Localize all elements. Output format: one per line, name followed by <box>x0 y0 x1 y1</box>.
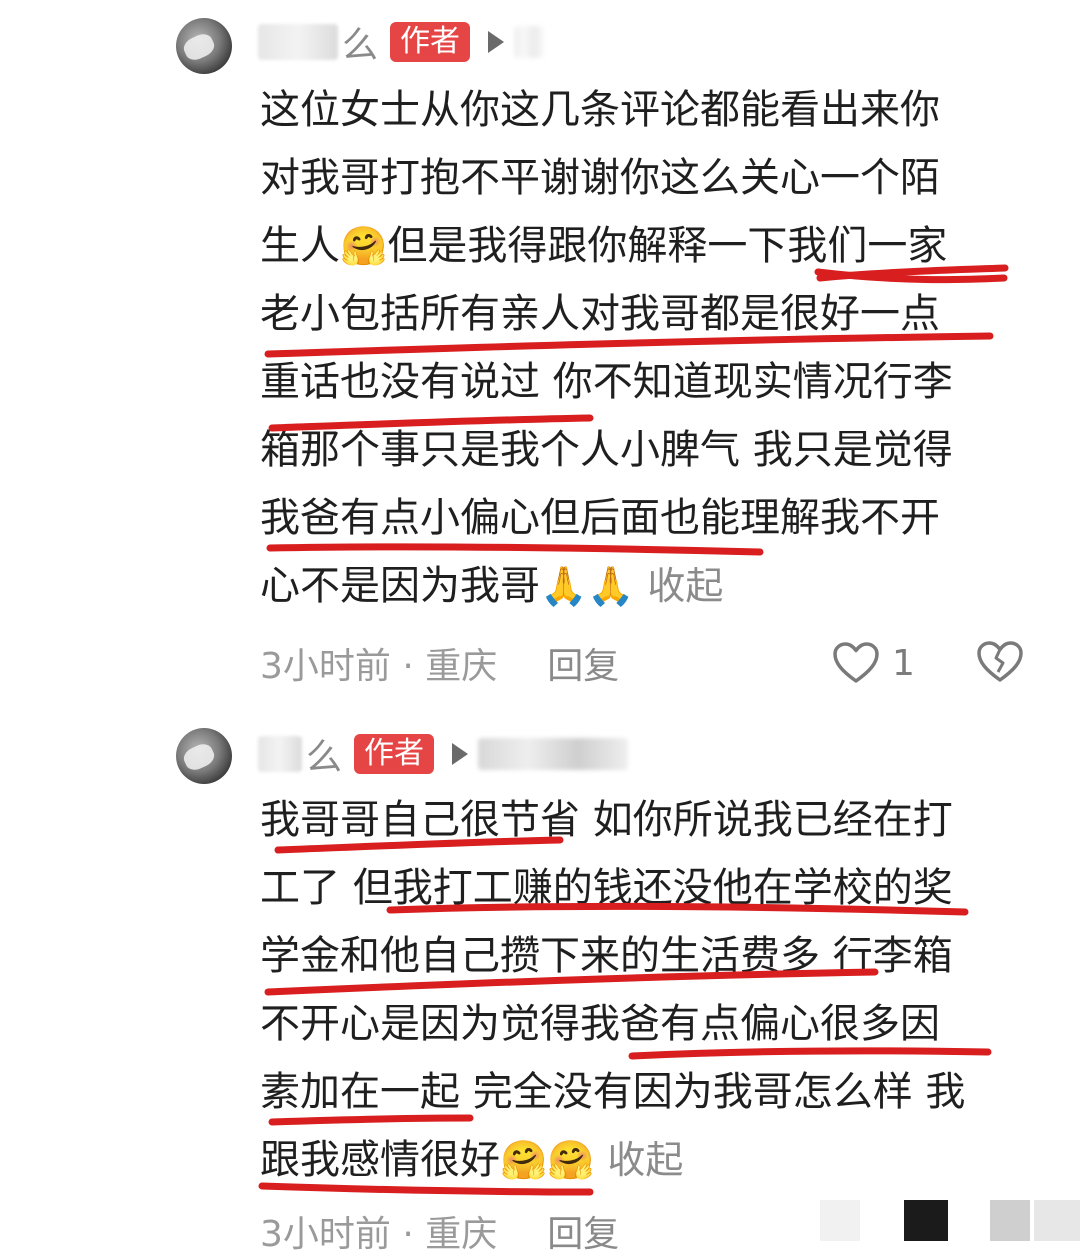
heart-icon[interactable] <box>832 641 880 685</box>
blurred-reply-target <box>514 26 545 58</box>
comment-text: 这位女士从你这几条评论都能看出来你 对我哥打抱不平谢谢你这么关心一个陌 生人🤗但… <box>260 76 1030 620</box>
time-location: 3小时前 · 重庆 <box>260 646 498 687</box>
hug-emoji: 🤗🤗 <box>500 1138 595 1182</box>
blurred-corner-overlay <box>820 1200 1080 1241</box>
text-line: 这位女士从你这几条评论都能看出来你 <box>260 87 940 133</box>
reply-arrow-icon <box>452 743 469 765</box>
author-badge: 作者 <box>390 22 471 62</box>
text-line: 但是我得跟你解释一下我们一家 <box>387 223 948 269</box>
blurred-reply-target <box>478 738 629 770</box>
blur-patch <box>990 1200 1030 1241</box>
text-line: 心不是因为我哥 <box>260 563 540 609</box>
text-line: 学金和他自己攒下来的生活费多 行李箱 <box>260 933 953 979</box>
reply-button[interactable]: 回复 <box>547 1205 619 1257</box>
text-line: 素加在一起 完全没有因为我哥怎么样 我 <box>260 1069 966 1115</box>
username-visible[interactable]: 么 <box>342 16 378 68</box>
text-line: 我哥哥自己很节省 如你所说我已经在打 <box>260 797 953 843</box>
text-line: 对我哥打抱不平谢谢你这么关心一个陌 <box>260 155 940 201</box>
blurred-username[interactable] <box>258 24 338 60</box>
text-line: 工了 但我打工赚的钱还没他在学校的奖 <box>260 865 953 911</box>
blurred-username[interactable] <box>258 736 302 772</box>
collapse-button[interactable]: 收起 <box>647 564 723 608</box>
avatar[interactable] <box>176 728 232 784</box>
text-line: 箱那个事只是我个人小脾气 我只是觉得 <box>260 427 953 473</box>
text-line: 不开心是因为觉得我爸有点偏心很多因 <box>260 1001 940 1047</box>
blur-patch <box>904 1200 948 1241</box>
comment-text: 我哥哥自己很节省 如你所说我已经在打 工了 但我打工赚的钱还没他在学校的奖 学金… <box>260 786 1030 1194</box>
text-line: 跟我感情很好 <box>260 1137 500 1183</box>
avatar[interactable] <box>176 18 232 74</box>
collapse-button[interactable]: 收起 <box>607 1138 683 1182</box>
like-count: 1 <box>892 642 915 684</box>
comment-meta: 3小时前 · 重庆 回复 1 <box>260 638 1040 688</box>
text-line: 生人 <box>260 223 340 269</box>
blur-patch <box>820 1200 860 1241</box>
username-visible[interactable]: 么 <box>306 728 342 780</box>
author-badge: 作者 <box>354 734 435 774</box>
blur-patch <box>1034 1200 1080 1241</box>
dislike-button[interactable] <box>976 640 1024 693</box>
comment-header: 么 作者 <box>258 728 629 780</box>
hug-emoji: 🤗 <box>340 224 388 268</box>
time-location: 3小时前 · 重庆 <box>260 1214 498 1255</box>
reply-button[interactable]: 回复 <box>547 637 619 689</box>
text-line: 重话也没有说过 你不知道现实情况行李 <box>260 359 953 405</box>
text-line: 我爸有点小偏心但后面也能理解我不开 <box>260 495 940 541</box>
reply-arrow-icon <box>488 31 505 53</box>
comment-header: 么 作者 <box>258 16 545 68</box>
pray-emoji: 🙏🙏 <box>540 564 635 608</box>
broken-heart-icon[interactable] <box>976 640 1024 684</box>
text-line: 老小包括所有亲人对我哥都是很好一点 <box>260 291 940 337</box>
like-button[interactable]: 1 <box>832 638 915 688</box>
